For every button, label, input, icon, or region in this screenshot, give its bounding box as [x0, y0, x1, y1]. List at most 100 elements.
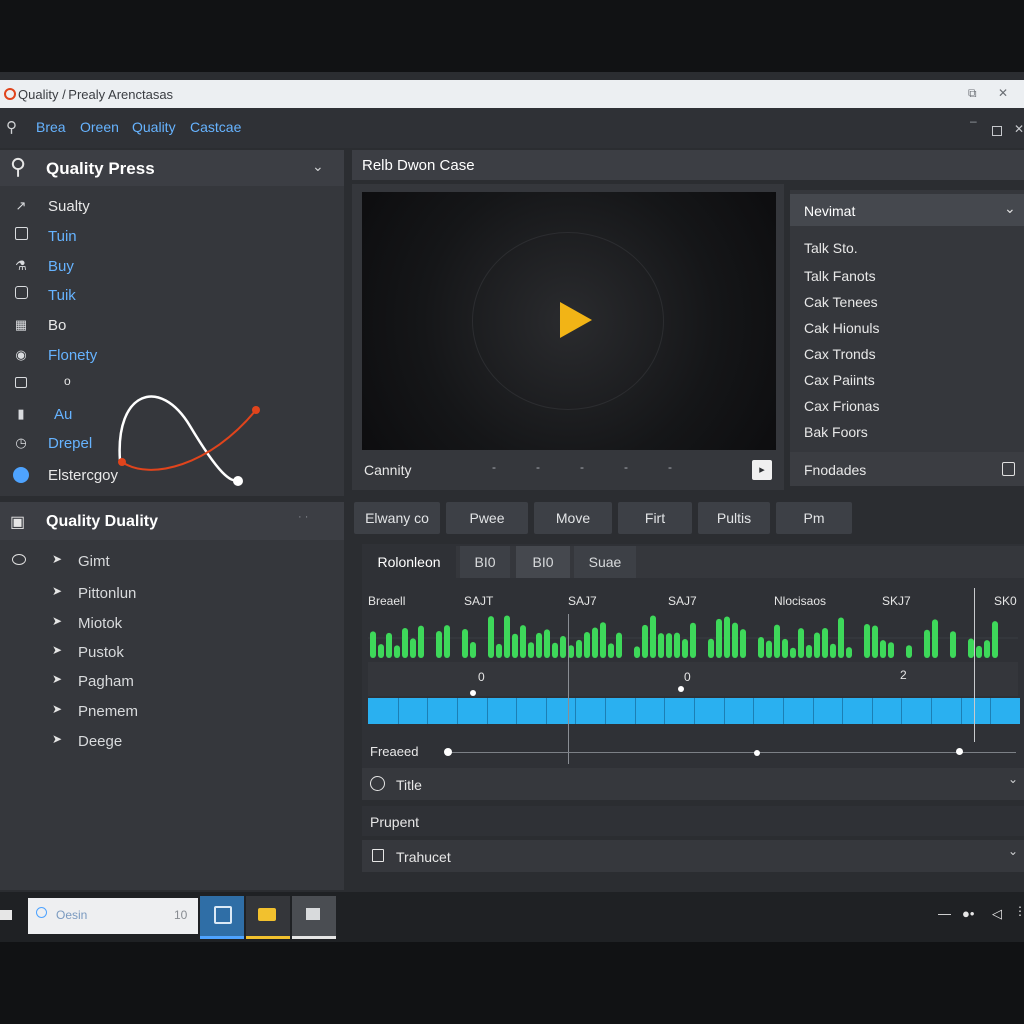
taskbar: Oesin 10 — ●• ◁ ⋮ — [0, 892, 1024, 942]
toolbar-button[interactable]: Pultis — [698, 502, 770, 534]
sidebar-item-label: Elstercgoy — [48, 467, 119, 484]
chevron-down-icon[interactable]: ⌄ — [312, 158, 324, 175]
list-item[interactable]: Talk Fanots — [804, 268, 876, 284]
clip-divider — [842, 698, 843, 724]
tab-bi0[interactable]: BI0 — [460, 546, 510, 578]
ruler-label: Breaell — [368, 594, 406, 608]
sidebar-item-buy[interactable]: ⚗ Buy — [0, 254, 340, 280]
more-icon[interactable]: · · — [298, 511, 308, 523]
sidebar-item-tuin[interactable]: Tuin — [0, 224, 340, 250]
taskbar-app-folder[interactable] — [246, 896, 290, 939]
progress-start-handle[interactable] — [444, 748, 452, 756]
playhead-line[interactable] — [974, 588, 975, 742]
clip-track[interactable] — [368, 698, 1020, 724]
tree-item[interactable]: ➤ Gimt — [0, 550, 340, 574]
toolbar-button[interactable]: Pwee — [446, 502, 528, 534]
list-item[interactable]: Bak Foors — [804, 424, 868, 440]
menu-item-quality[interactable]: Quality — [132, 119, 176, 135]
tab-suae[interactable]: Suae — [574, 546, 636, 578]
chevron-down-icon[interactable]: ⌄ — [1008, 844, 1018, 858]
menu-item-brea[interactable]: Brea — [36, 119, 66, 135]
sidebar-item-sualty[interactable]: ↗ Sualty — [0, 194, 340, 220]
tree-item[interactable]: ➤ Pittonlun — [0, 582, 340, 606]
tree-item-label: Pustok — [78, 644, 124, 661]
taskbar-app-mail[interactable] — [200, 896, 244, 939]
waveform-bar — [846, 647, 852, 658]
chevron-right-icon[interactable]: ➤ — [52, 552, 62, 566]
tree-item[interactable]: ➤ Pagham — [0, 670, 340, 694]
video-player[interactable] — [362, 192, 776, 450]
list-item[interactable]: Cak Tenees — [804, 294, 878, 310]
clip-divider — [783, 698, 784, 724]
toolbar-button[interactable]: Pm — [776, 502, 852, 534]
waveform-bar — [536, 632, 542, 658]
network-icon[interactable]: ●• — [962, 906, 974, 921]
close-icon[interactable]: ✕ — [998, 86, 1008, 100]
search-icon[interactable]: ⚲ — [10, 154, 26, 180]
waveform-bar — [528, 642, 534, 658]
waveform-track[interactable] — [368, 610, 1018, 660]
ruler-label: SAJT — [464, 594, 494, 608]
toolbar-button[interactable]: Firt — [618, 502, 692, 534]
tree-item[interactable]: ➤ Pnemem — [0, 700, 340, 724]
list-item[interactable]: Talk Sto. — [804, 240, 858, 256]
tab-bi0-2[interactable]: BI0 — [516, 546, 570, 578]
sidebar-item-bo[interactable]: ▦ Bo — [0, 313, 340, 339]
list-item[interactable]: Cak Hionuls — [804, 320, 879, 336]
tab-rolonleon[interactable]: Rolonleon — [362, 546, 456, 578]
export-icon[interactable] — [1002, 462, 1015, 476]
chevron-down-icon[interactable]: ⌄ — [1008, 772, 1018, 786]
section-prupent[interactable]: Prupent — [362, 806, 1024, 836]
close-icon[interactable]: ✕ — [1014, 122, 1024, 136]
marker-dot[interactable] — [678, 686, 684, 692]
progress-mid-handle[interactable] — [754, 750, 760, 756]
menu-item-castcae[interactable]: Castcae — [190, 119, 241, 135]
chevron-right-icon[interactable]: ➤ — [52, 702, 62, 716]
list-item[interactable]: Cax Frionas — [804, 398, 879, 414]
list-item[interactable]: Cax Tronds — [804, 346, 876, 362]
play-icon[interactable] — [560, 302, 592, 338]
start-icon[interactable] — [0, 910, 12, 920]
playhead-line[interactable] — [568, 614, 569, 764]
clip-divider — [931, 698, 932, 724]
more-icon[interactable]: ⋮ — [1014, 904, 1024, 918]
dropdown[interactable]: Nevimat ⌄ — [790, 194, 1024, 226]
chevron-right-icon[interactable]: ➤ — [52, 584, 62, 598]
tree-item[interactable]: ➤ Pustok — [0, 641, 340, 665]
waveform-bar — [496, 643, 502, 658]
tray-minus-icon[interactable]: — — [938, 906, 951, 921]
search-box[interactable]: Oesin 10 — [28, 898, 198, 934]
waveform-bar — [470, 642, 476, 658]
minimize-icon[interactable]: – — [970, 114, 977, 128]
sidebar-item-flonety[interactable]: ◉ Flonety — [0, 343, 340, 369]
search-icon[interactable]: ⚲ — [6, 118, 17, 136]
menu-item-oreen[interactable]: Oreen — [80, 119, 119, 135]
chevron-right-icon[interactable]: ➤ — [52, 614, 62, 628]
chevron-down-icon[interactable]: ⌄ — [1004, 200, 1016, 217]
list-item[interactable]: Cax Paiints — [804, 372, 875, 388]
section-trahucet[interactable]: Trahucet ⌄ — [362, 840, 1024, 872]
tree-item[interactable]: ➤ Deege — [0, 730, 340, 754]
section-title[interactable]: Title ⌄ — [362, 768, 1024, 800]
toolbar-button[interactable]: Elwany co — [354, 502, 440, 534]
chevron-right-icon[interactable]: ➤ — [52, 732, 62, 746]
next-frame-button[interactable]: ▸ — [752, 460, 772, 480]
app-logo-icon — [4, 88, 16, 100]
toolbar-button[interactable]: Move — [534, 502, 612, 534]
taskbar-app-editor[interactable] — [292, 896, 336, 939]
maximize-icon[interactable] — [992, 126, 1002, 136]
waveform-bar — [634, 646, 640, 658]
tree-item[interactable]: ➤ Miotok — [0, 612, 340, 636]
waveform-bar — [984, 640, 990, 658]
tree-panel: ▣ Quality Duality · · ➤ Gimt ➤ Pittonlun ➤… — [0, 502, 344, 890]
scrub-dots[interactable]: ----- — [492, 460, 712, 474]
clip-divider — [546, 698, 547, 724]
chevron-right-icon[interactable]: ➤ — [52, 672, 62, 686]
restore-icon[interactable]: ⧉ — [968, 86, 977, 101]
sidebar-item-tuik[interactable]: Tuik — [0, 283, 340, 309]
progress-track[interactable] — [448, 752, 1016, 753]
marker-dot[interactable] — [470, 690, 476, 696]
volume-icon[interactable]: ◁ — [992, 906, 1002, 922]
progress-handle[interactable] — [956, 748, 963, 755]
chevron-right-icon[interactable]: ➤ — [52, 643, 62, 657]
